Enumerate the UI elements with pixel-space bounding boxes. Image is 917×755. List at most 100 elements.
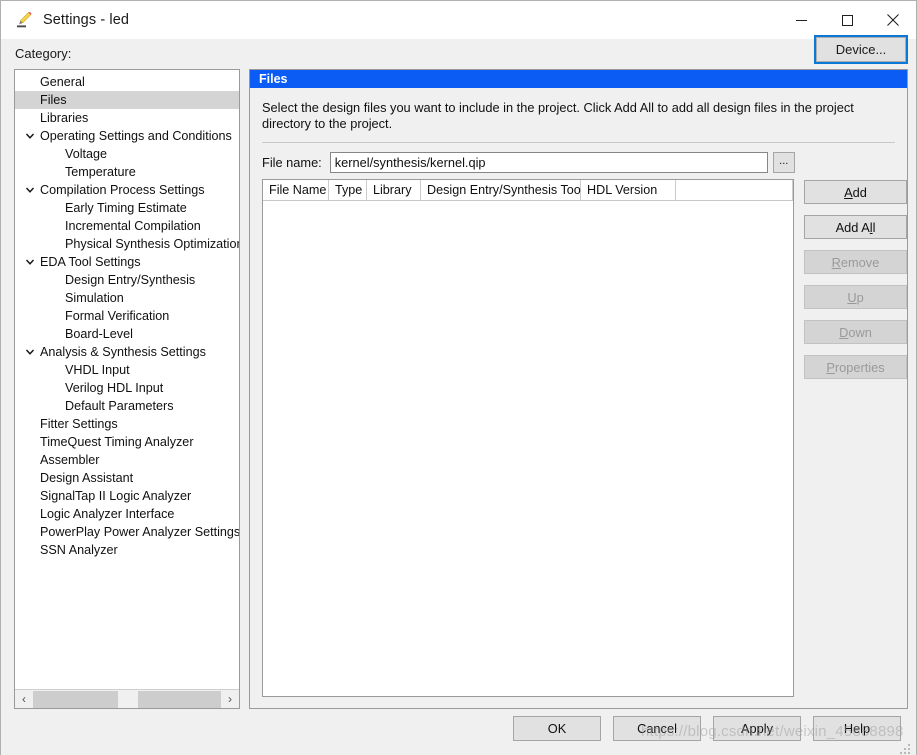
properties-button: Properties <box>804 355 907 379</box>
add-button[interactable]: Add <box>804 180 907 204</box>
file-name-row: File name: ... <box>250 143 907 173</box>
scroll-left-icon[interactable]: ‹ <box>15 691 33 708</box>
settings-window: Settings - led Category: Device... Gener… <box>0 0 917 755</box>
category-label: Category: <box>15 46 71 61</box>
table-column-header[interactable] <box>676 180 793 200</box>
ok-button[interactable]: OK <box>513 716 601 741</box>
tree-item-early-timing-estimate[interactable]: Early Timing Estimate <box>15 199 239 217</box>
category-tree-panel: General Files Libraries Operating Settings … <box>14 69 240 709</box>
tree-horizontal-scrollbar[interactable]: ‹ › <box>15 689 239 708</box>
resize-grip-icon[interactable] <box>900 744 912 755</box>
tree-item-signaltap-ii-logic-analyzer[interactable]: SignalTap II Logic Analyzer <box>15 487 239 505</box>
tree-item-label: VHDL Input <box>15 363 130 377</box>
table-column-header[interactable]: Design Entry/Synthesis Tool <box>421 180 581 200</box>
tree-item-temperature[interactable]: Temperature <box>15 163 239 181</box>
panel-title: Files <box>250 70 907 88</box>
tree-item-compilation-process-settings[interactable]: Compilation Process Settings <box>15 181 239 199</box>
chevron-down-icon[interactable] <box>23 253 37 271</box>
chevron-down-icon[interactable] <box>23 181 37 199</box>
add-all-button[interactable]: Add All <box>804 215 907 239</box>
tree-item-label: Board-Level <box>15 327 133 341</box>
tree-item-label: SignalTap II Logic Analyzer <box>15 489 191 503</box>
tree-item-label: Design Entry/Synthesis <box>15 273 195 287</box>
minimize-icon[interactable] <box>778 1 824 39</box>
tree-item-timequest-timing-analyzer[interactable]: TimeQuest Timing Analyzer <box>15 433 239 451</box>
tree-item-logic-analyzer-interface[interactable]: Logic Analyzer Interface <box>15 505 239 523</box>
tree-item-label: Verilog HDL Input <box>15 381 163 395</box>
files-panel: Files Select the design files you want t… <box>249 69 908 709</box>
file-name-input[interactable] <box>330 152 768 173</box>
tree-item-formal-verification[interactable]: Formal Verification <box>15 307 239 325</box>
window-title: Settings - led <box>43 12 129 28</box>
tree-item-label: Files <box>15 93 67 107</box>
tree-item-label: General <box>15 75 85 89</box>
tree-item-default-parameters[interactable]: Default Parameters <box>15 397 239 415</box>
chevron-down-icon[interactable] <box>23 127 37 145</box>
scroll-right-icon[interactable]: › <box>221 691 239 708</box>
remove-button: Remove <box>804 250 907 274</box>
scrollbar-track[interactable] <box>33 691 221 708</box>
tree-item-files[interactable]: Files <box>15 91 239 109</box>
table-column-header[interactable]: HDL Version <box>581 180 676 200</box>
tree-item-label: Design Assistant <box>15 471 133 485</box>
window-controls <box>778 1 916 39</box>
help-button[interactable]: Help <box>813 716 901 741</box>
dialog-footer: OK Cancel Apply Help <box>1 709 916 755</box>
tree-item-label: Temperature <box>15 165 136 179</box>
cancel-button[interactable]: Cancel <box>613 716 701 741</box>
tree-item-board-level[interactable]: Board-Level <box>15 325 239 343</box>
up-button: Up <box>804 285 907 309</box>
chevron-down-icon[interactable] <box>23 343 37 361</box>
down-button: Down <box>804 320 907 344</box>
pencil-icon <box>14 10 34 30</box>
tree-item-design-entry-synthesis[interactable]: Design Entry/Synthesis <box>15 271 239 289</box>
tree-item-label: SSN Analyzer <box>15 543 118 557</box>
files-table[interactable]: File NameTypeLibraryDesign Entry/Synthes… <box>262 179 794 697</box>
tree-item-label: Analysis & Synthesis Settings <box>15 345 206 359</box>
tree-item-vhdl-input[interactable]: VHDL Input <box>15 361 239 379</box>
browse-button[interactable]: ... <box>773 152 795 173</box>
tree-item-label: Operating Settings and Conditions <box>15 129 232 143</box>
files-table-area: File NameTypeLibraryDesign Entry/Synthes… <box>250 173 907 708</box>
apply-button[interactable]: Apply <box>713 716 801 741</box>
tree-item-fitter-settings[interactable]: Fitter Settings <box>15 415 239 433</box>
tree-item-label: TimeQuest Timing Analyzer <box>15 435 194 449</box>
tree-item-label: Simulation <box>15 291 124 305</box>
close-icon[interactable] <box>870 1 916 39</box>
table-column-header[interactable]: Type <box>329 180 367 200</box>
table-column-header[interactable]: File Name <box>263 180 329 200</box>
tree-item-label: Formal Verification <box>15 309 169 323</box>
table-header-row: File NameTypeLibraryDesign Entry/Synthes… <box>263 180 793 201</box>
tree-item-label: Logic Analyzer Interface <box>15 507 174 521</box>
file-action-buttons: Add Add All Remove Up Down Properties <box>794 179 907 708</box>
maximize-icon[interactable] <box>824 1 870 39</box>
tree-item-incremental-compilation[interactable]: Incremental Compilation <box>15 217 239 235</box>
tree-item-general[interactable]: General <box>15 73 239 91</box>
tree-item-design-assistant[interactable]: Design Assistant <box>15 469 239 487</box>
file-name-label: File name: <box>262 155 322 170</box>
tree-item-physical-synthesis-optimization[interactable]: Physical Synthesis Optimization <box>15 235 239 253</box>
device-button[interactable]: Device... <box>816 37 906 62</box>
tree-item-eda-tool-settings[interactable]: EDA Tool Settings <box>15 253 239 271</box>
tree-item-operating-settings-and-conditions[interactable]: Operating Settings and Conditions <box>15 127 239 145</box>
tree-item-ssn-analyzer[interactable]: SSN Analyzer <box>15 541 239 559</box>
title-bar: Settings - led <box>1 1 916 39</box>
tree-item-voltage[interactable]: Voltage <box>15 145 239 163</box>
tree-item-libraries[interactable]: Libraries <box>15 109 239 127</box>
tree-item-verilog-hdl-input[interactable]: Verilog HDL Input <box>15 379 239 397</box>
tree-item-analysis-synthesis-settings[interactable]: Analysis & Synthesis Settings <box>15 343 239 361</box>
tree-item-label: Incremental Compilation <box>15 219 201 233</box>
tree-item-label: Default Parameters <box>15 399 174 413</box>
table-body[interactable] <box>263 201 793 696</box>
tree-item-simulation[interactable]: Simulation <box>15 289 239 307</box>
tree-item-label: Compilation Process Settings <box>15 183 205 197</box>
scrollbar-thumb[interactable] <box>118 691 138 708</box>
category-tree[interactable]: General Files Libraries Operating Settings … <box>15 70 239 689</box>
tree-item-powerplay-power-analyzer-settings[interactable]: PowerPlay Power Analyzer Settings <box>15 523 239 541</box>
tree-item-label: Libraries <box>15 111 88 125</box>
tree-item-label: Physical Synthesis Optimization <box>15 237 239 251</box>
table-column-header[interactable]: Library <box>367 180 421 200</box>
tree-item-assembler[interactable]: Assembler <box>15 451 239 469</box>
tree-item-label: Fitter Settings <box>15 417 118 431</box>
tree-item-label: Assembler <box>15 453 100 467</box>
